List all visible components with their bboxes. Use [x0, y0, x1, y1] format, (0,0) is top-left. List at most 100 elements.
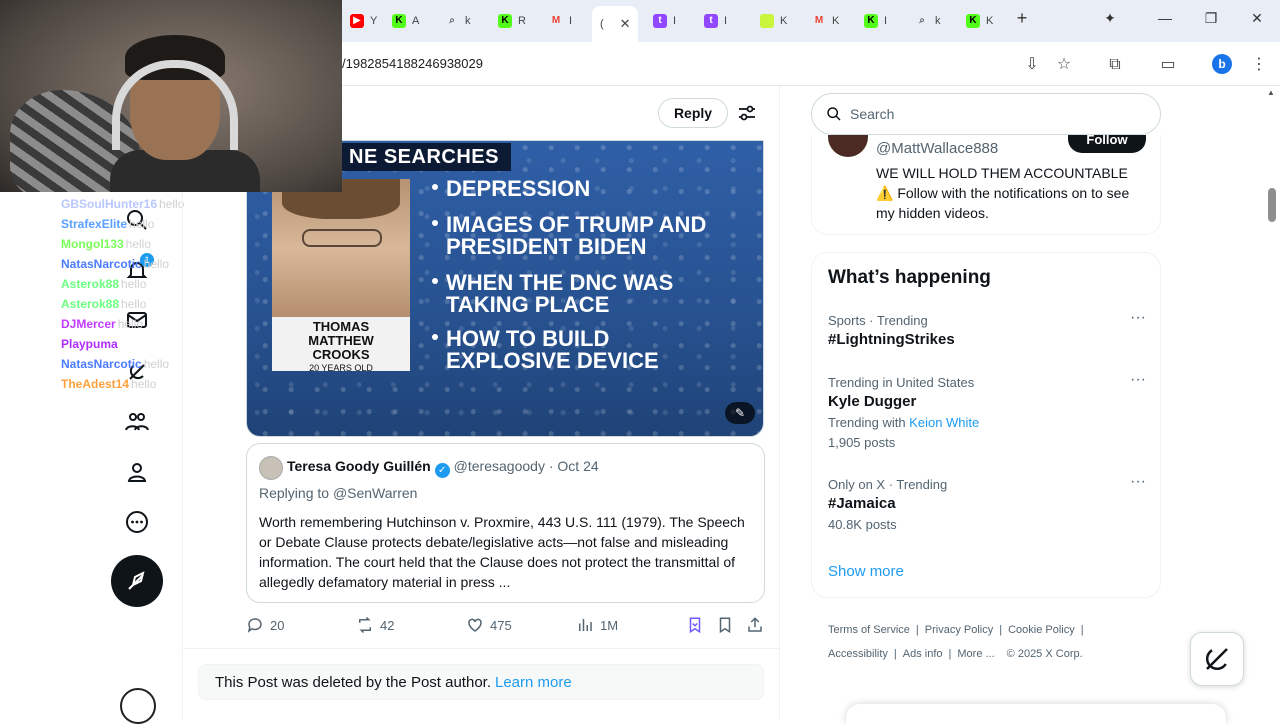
install-icon[interactable]: ⇩ [1021, 54, 1043, 76]
trend-item[interactable]: Trending in United States Kyle Dugger Tr… [828, 372, 1148, 453]
suspect-photo [272, 179, 410, 317]
browser-tab[interactable]: MK [804, 8, 856, 34]
quoted-handle[interactable]: @teresagoody [454, 458, 545, 474]
browser-tab[interactable]: ⌕ k [907, 8, 959, 34]
age-line: 20 YEARS OLD [309, 363, 373, 373]
chat-line: DJMercer hello [61, 317, 144, 331]
browser-tab[interactable]: KA [384, 8, 436, 34]
browser-tab[interactable]: KI [856, 8, 908, 34]
more-icon[interactable]: ··· [1128, 372, 1148, 391]
more-options-icon[interactable] [120, 505, 154, 539]
close-window-icon[interactable]: ✕ [1242, 10, 1272, 27]
feed-divider [182, 648, 780, 649]
user-handle[interactable]: @MattWallace888 [876, 140, 998, 157]
trend-with-prefix: Trending with [828, 415, 910, 430]
trend-item[interactable]: Sports · Trending #LightningStrikes ··· [828, 310, 1148, 351]
new-tab-button[interactable]: + [1007, 8, 1037, 29]
chat-line: Playpuma [61, 337, 118, 351]
chat-line: Mongol133 hello [61, 237, 152, 251]
views-action[interactable]: 1M [576, 614, 618, 636]
account-avatar[interactable] [120, 688, 156, 724]
url-field[interactable]: /1982854188246938029 [342, 56, 483, 71]
share-icon[interactable] [746, 614, 764, 636]
show-more-link[interactable]: Show more [828, 563, 904, 580]
browser-tab[interactable]: KR [490, 8, 542, 34]
reply-settings-icon[interactable] [737, 103, 757, 123]
extensions-icon[interactable]: ⧉ [1104, 54, 1126, 76]
bullet-dot [432, 334, 438, 341]
learn-more-link[interactable]: Learn more [495, 674, 572, 691]
browser-tab[interactable]: K [752, 8, 804, 34]
quoted-author-avatar[interactable] [259, 456, 283, 480]
compose-post-button[interactable] [111, 555, 163, 607]
webcam-overlay [0, 0, 342, 192]
ads-link[interactable]: Ads info [903, 648, 943, 660]
trend-with-link[interactable]: Keion White [909, 415, 979, 430]
like-action[interactable]: 475 [466, 614, 512, 636]
star-icon[interactable]: ☆ [1053, 54, 1075, 76]
user-avatar[interactable] [828, 135, 868, 157]
heart-icon [468, 618, 482, 632]
user-bio: WE WILL HOLD THEM ACCOUNTABLE ⚠️ Follow … [876, 165, 1130, 221]
replying-prefix: Replying to [259, 485, 333, 501]
replying-to: Replying to @SenWarren [259, 485, 417, 501]
twitch-icon: t [704, 14, 718, 28]
communities-icon[interactable] [120, 405, 154, 439]
media-headline: NE SEARCHES [337, 143, 511, 171]
browser-tab[interactable]: KK [958, 8, 1010, 34]
messages-drawer[interactable] [846, 704, 1226, 724]
quoted-date[interactable]: Oct 24 [557, 458, 598, 474]
profile-avatar[interactable]: b [1212, 54, 1232, 74]
browser-tab-active[interactable]: (✕ [592, 6, 638, 42]
scrollbar-thumb[interactable] [1268, 188, 1276, 222]
trend-posts: 1,905 posts [828, 435, 896, 450]
search-icon: ⌕ [449, 15, 455, 26]
browser-tab[interactable]: tI [645, 8, 697, 34]
bullet-text: IMAGES OF TRUMP AND PRESIDENT BIDEN [446, 212, 707, 259]
privacy-link[interactable]: Privacy Policy [925, 624, 993, 636]
browser-tab[interactable]: MI [541, 8, 593, 34]
views-icon [579, 619, 592, 631]
restore-icon[interactable]: ❐ [1196, 10, 1226, 27]
grok-explain-icon[interactable]: ✎ [725, 402, 755, 424]
reply-count: 20 [270, 617, 285, 633]
cookie-link[interactable]: Cookie Policy [1008, 624, 1075, 636]
trend-meta: Sports · Trending [828, 313, 928, 328]
reply-button[interactable]: Reply [658, 98, 728, 128]
search-input[interactable]: Search [850, 106, 894, 122]
repost-action[interactable]: 42 [356, 614, 394, 636]
cast-icon[interactable]: ▭ [1157, 54, 1179, 76]
browser-tab[interactable]: tI [696, 8, 748, 34]
browser-tab[interactable]: ▶ Y [342, 8, 382, 34]
media-bullet: HOW TO BUILD EXPLOSIVE DEVICE [432, 328, 752, 372]
minimize-icon[interactable]: — [1150, 10, 1180, 26]
grok-bookmark-icon[interactable] [686, 614, 704, 636]
page-scrollbar[interactable]: ▲ [1266, 88, 1278, 720]
terms-link[interactable]: Terms of Service [828, 624, 910, 636]
post-actions: 20 42 475 1M [246, 614, 766, 636]
sparkle-icon[interactable]: ✦ [1095, 10, 1125, 27]
reply-action[interactable]: 20 [246, 614, 284, 636]
bookmark-icon[interactable] [716, 614, 734, 636]
more-icon[interactable]: ··· [1128, 474, 1148, 493]
browser-tab[interactable]: ⌕ k [437, 8, 489, 34]
more-icon[interactable]: ··· [1128, 310, 1148, 329]
chat-line: StrafexElite hello [61, 217, 155, 231]
quoted-author-name[interactable]: Teresa Goody Guillén [287, 458, 431, 474]
scroll-up-icon[interactable]: ▲ [1267, 88, 1275, 97]
profile-icon[interactable] [120, 455, 154, 489]
chat-line: Asterok88 hello [61, 277, 147, 291]
feather-icon [128, 571, 145, 590]
name-line: CROOKS [312, 347, 370, 362]
search-box[interactable]: Search [811, 93, 1161, 135]
trend-item[interactable]: Only on X · Trending #Jamaica 40.8K post… [828, 474, 1148, 535]
follow-button[interactable]: Follow [1068, 135, 1146, 153]
replying-to-handle[interactable]: @SenWarren [333, 485, 418, 501]
menu-icon[interactable]: ⋮ [1248, 54, 1270, 76]
accessibility-link[interactable]: Accessibility [828, 648, 888, 660]
more-link[interactable]: More ... [957, 648, 994, 660]
grok-button[interactable] [1190, 632, 1244, 686]
trend-posts: 40.8K posts [828, 517, 897, 532]
quoted-post[interactable]: Teresa Goody Guillén ✓ @teresagoody · Oct … [246, 443, 765, 603]
close-tab-icon[interactable]: ✕ [620, 16, 631, 32]
